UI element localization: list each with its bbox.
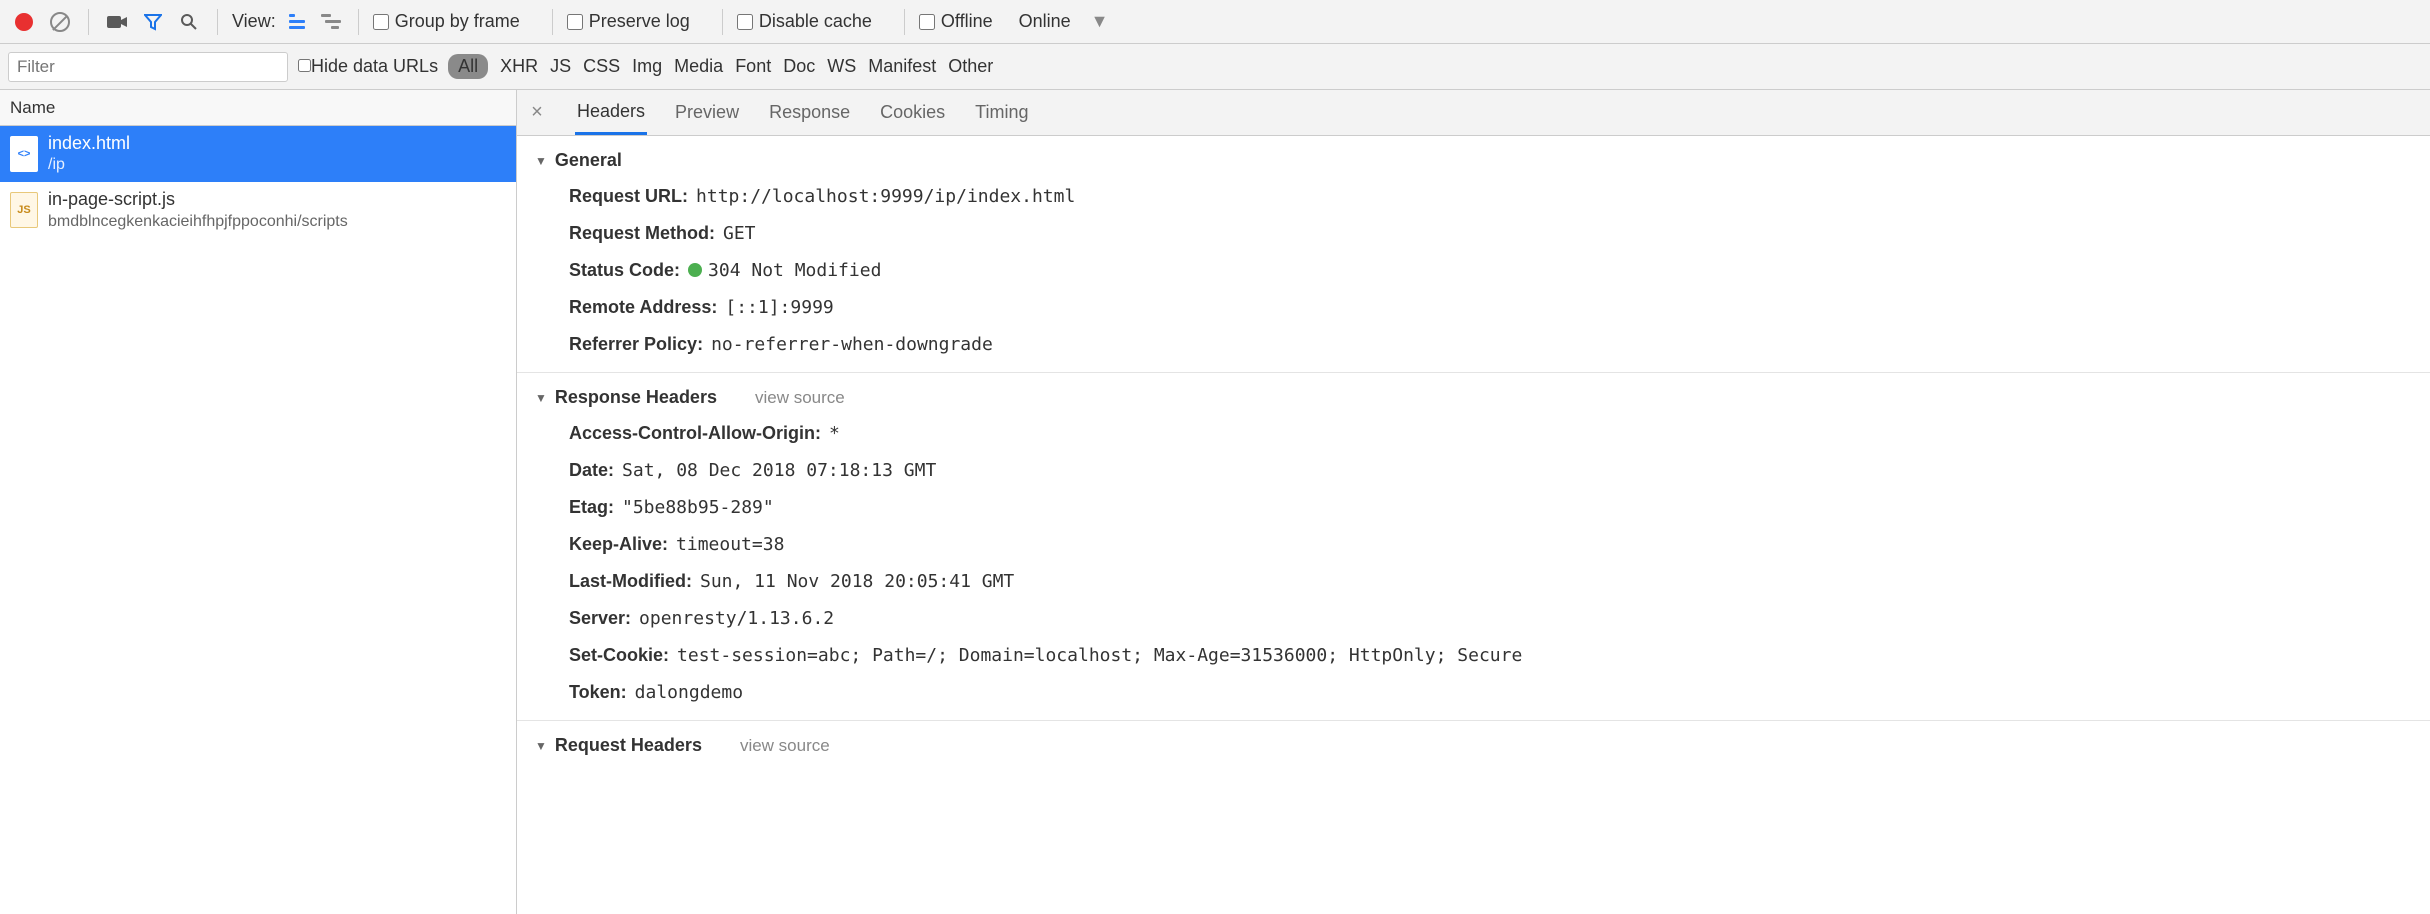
header-key: Etag:: [569, 494, 614, 521]
section-response-headers: ▼ Response Headers view source Access-Co…: [517, 373, 2430, 721]
header-value: openresty/1.13.6.2: [639, 605, 834, 632]
details-panel: × Headers Preview Response Cookies Timin…: [517, 90, 2430, 914]
chevron-down-icon: ▼: [535, 739, 547, 753]
header-key: Last-Modified:: [569, 568, 692, 595]
header-key: Token:: [569, 679, 627, 706]
network-toolbar: View: Group by frame Preserve log Disabl…: [0, 0, 2430, 44]
view-source-link[interactable]: view source: [755, 388, 845, 408]
filter-icon[interactable]: [139, 8, 167, 36]
view-label: View:: [232, 11, 276, 32]
view-list-button[interactable]: [284, 9, 310, 35]
filter-type-img[interactable]: Img: [632, 56, 662, 77]
section-general: ▼ General Request URL: http://localhost:9…: [517, 136, 2430, 373]
tab-response[interactable]: Response: [767, 92, 852, 133]
hide-data-urls-checkbox[interactable]: Hide data URLs: [298, 56, 438, 77]
filter-type-ws[interactable]: WS: [827, 56, 856, 77]
value-referrer-policy: no-referrer-when-downgrade: [711, 331, 993, 358]
filter-type-css[interactable]: CSS: [583, 56, 620, 77]
tab-timing[interactable]: Timing: [973, 92, 1030, 133]
section-request-headers: ▼ Request Headers view source: [517, 721, 2430, 774]
chevron-down-icon[interactable]: ▼: [1079, 11, 1121, 32]
tab-headers[interactable]: Headers: [575, 91, 647, 135]
header-value: timeout=38: [676, 531, 784, 558]
main-split: Name <> index.html /ip JS in-page-script…: [0, 90, 2430, 914]
record-button[interactable]: [10, 8, 38, 36]
request-row[interactable]: JS in-page-script.js bmdblncegkenkacieih…: [0, 182, 516, 238]
value-remote-address: [::1]:9999: [725, 294, 833, 321]
filter-type-doc[interactable]: Doc: [783, 56, 815, 77]
camera-icon[interactable]: [103, 8, 131, 36]
header-value: dalongdemo: [635, 679, 743, 706]
chevron-down-icon: ▼: [535, 154, 547, 168]
search-icon[interactable]: [175, 8, 203, 36]
section-toggle-response-headers[interactable]: ▼ Response Headers view source: [517, 383, 2430, 412]
request-row[interactable]: <> index.html /ip: [0, 126, 516, 182]
section-toggle-request-headers[interactable]: ▼ Request Headers view source: [517, 731, 2430, 760]
label-remote-address: Remote Address:: [569, 294, 717, 321]
chevron-down-icon: ▼: [535, 391, 547, 405]
filter-type-other[interactable]: Other: [948, 56, 993, 77]
header-value: "5be88b95-289": [622, 494, 774, 521]
name-column-header[interactable]: Name: [0, 90, 516, 126]
resource-type-filters: All XHR JS CSS Img Media Font Doc WS Man…: [448, 54, 993, 79]
request-name: index.html: [48, 132, 130, 155]
file-html-icon: <>: [10, 136, 38, 172]
filter-type-all[interactable]: All: [448, 54, 488, 79]
label-request-url: Request URL:: [569, 183, 688, 210]
label-request-method: Request Method:: [569, 220, 715, 247]
label-status-code: Status Code:: [569, 257, 680, 284]
throttling-select[interactable]: Online: [1019, 11, 1071, 32]
filter-type-js[interactable]: JS: [550, 56, 571, 77]
header-key: Keep-Alive:: [569, 531, 668, 558]
disable-cache-checkbox[interactable]: Disable cache: [737, 11, 872, 32]
filter-type-manifest[interactable]: Manifest: [868, 56, 936, 77]
header-value: Sat, 08 Dec 2018 07:18:13 GMT: [622, 457, 936, 484]
clear-button[interactable]: [46, 8, 74, 36]
filter-type-xhr[interactable]: XHR: [500, 56, 538, 77]
filter-bar: Hide data URLs All XHR JS CSS Img Media …: [0, 44, 2430, 90]
request-name: in-page-script.js: [48, 188, 348, 211]
filter-type-media[interactable]: Media: [674, 56, 723, 77]
offline-checkbox[interactable]: Offline: [919, 11, 993, 32]
header-value: Sun, 11 Nov 2018 20:05:41 GMT: [700, 568, 1014, 595]
preserve-log-checkbox[interactable]: Preserve log: [567, 11, 690, 32]
filter-type-font[interactable]: Font: [735, 56, 771, 77]
header-value: test-session=abc; Path=/; Domain=localho…: [677, 642, 1522, 669]
label-referrer-policy: Referrer Policy:: [569, 331, 703, 358]
header-key: Access-Control-Allow-Origin:: [569, 420, 821, 447]
header-key: Server:: [569, 605, 631, 632]
request-path: /ip: [48, 155, 130, 176]
section-toggle-general[interactable]: ▼ General: [517, 146, 2430, 175]
header-value: *: [829, 420, 840, 447]
value-request-method: GET: [723, 220, 756, 247]
tab-cookies[interactable]: Cookies: [878, 92, 947, 133]
header-key: Set-Cookie:: [569, 642, 669, 669]
headers-content: ▼ General Request URL: http://localhost:9…: [517, 136, 2430, 914]
request-path: bmdblncegkenkacieihfhpjfppoconhi/scripts: [48, 212, 348, 233]
filter-input[interactable]: [8, 52, 288, 82]
group-by-frame-checkbox[interactable]: Group by frame: [373, 11, 520, 32]
status-dot-icon: [688, 263, 702, 277]
requests-panel: Name <> index.html /ip JS in-page-script…: [0, 90, 517, 914]
header-key: Date:: [569, 457, 614, 484]
value-request-url: http://localhost:9999/ip/index.html: [696, 183, 1075, 210]
view-source-link[interactable]: view source: [740, 736, 830, 756]
tab-preview[interactable]: Preview: [673, 92, 741, 133]
details-tabs: × Headers Preview Response Cookies Timin…: [517, 90, 2430, 136]
close-icon[interactable]: ×: [525, 101, 549, 124]
value-status-code: 304 Not Modified: [688, 257, 881, 284]
view-waterfall-button[interactable]: [318, 9, 344, 35]
request-list: <> index.html /ip JS in-page-script.js b…: [0, 126, 516, 238]
file-js-icon: JS: [10, 192, 38, 228]
